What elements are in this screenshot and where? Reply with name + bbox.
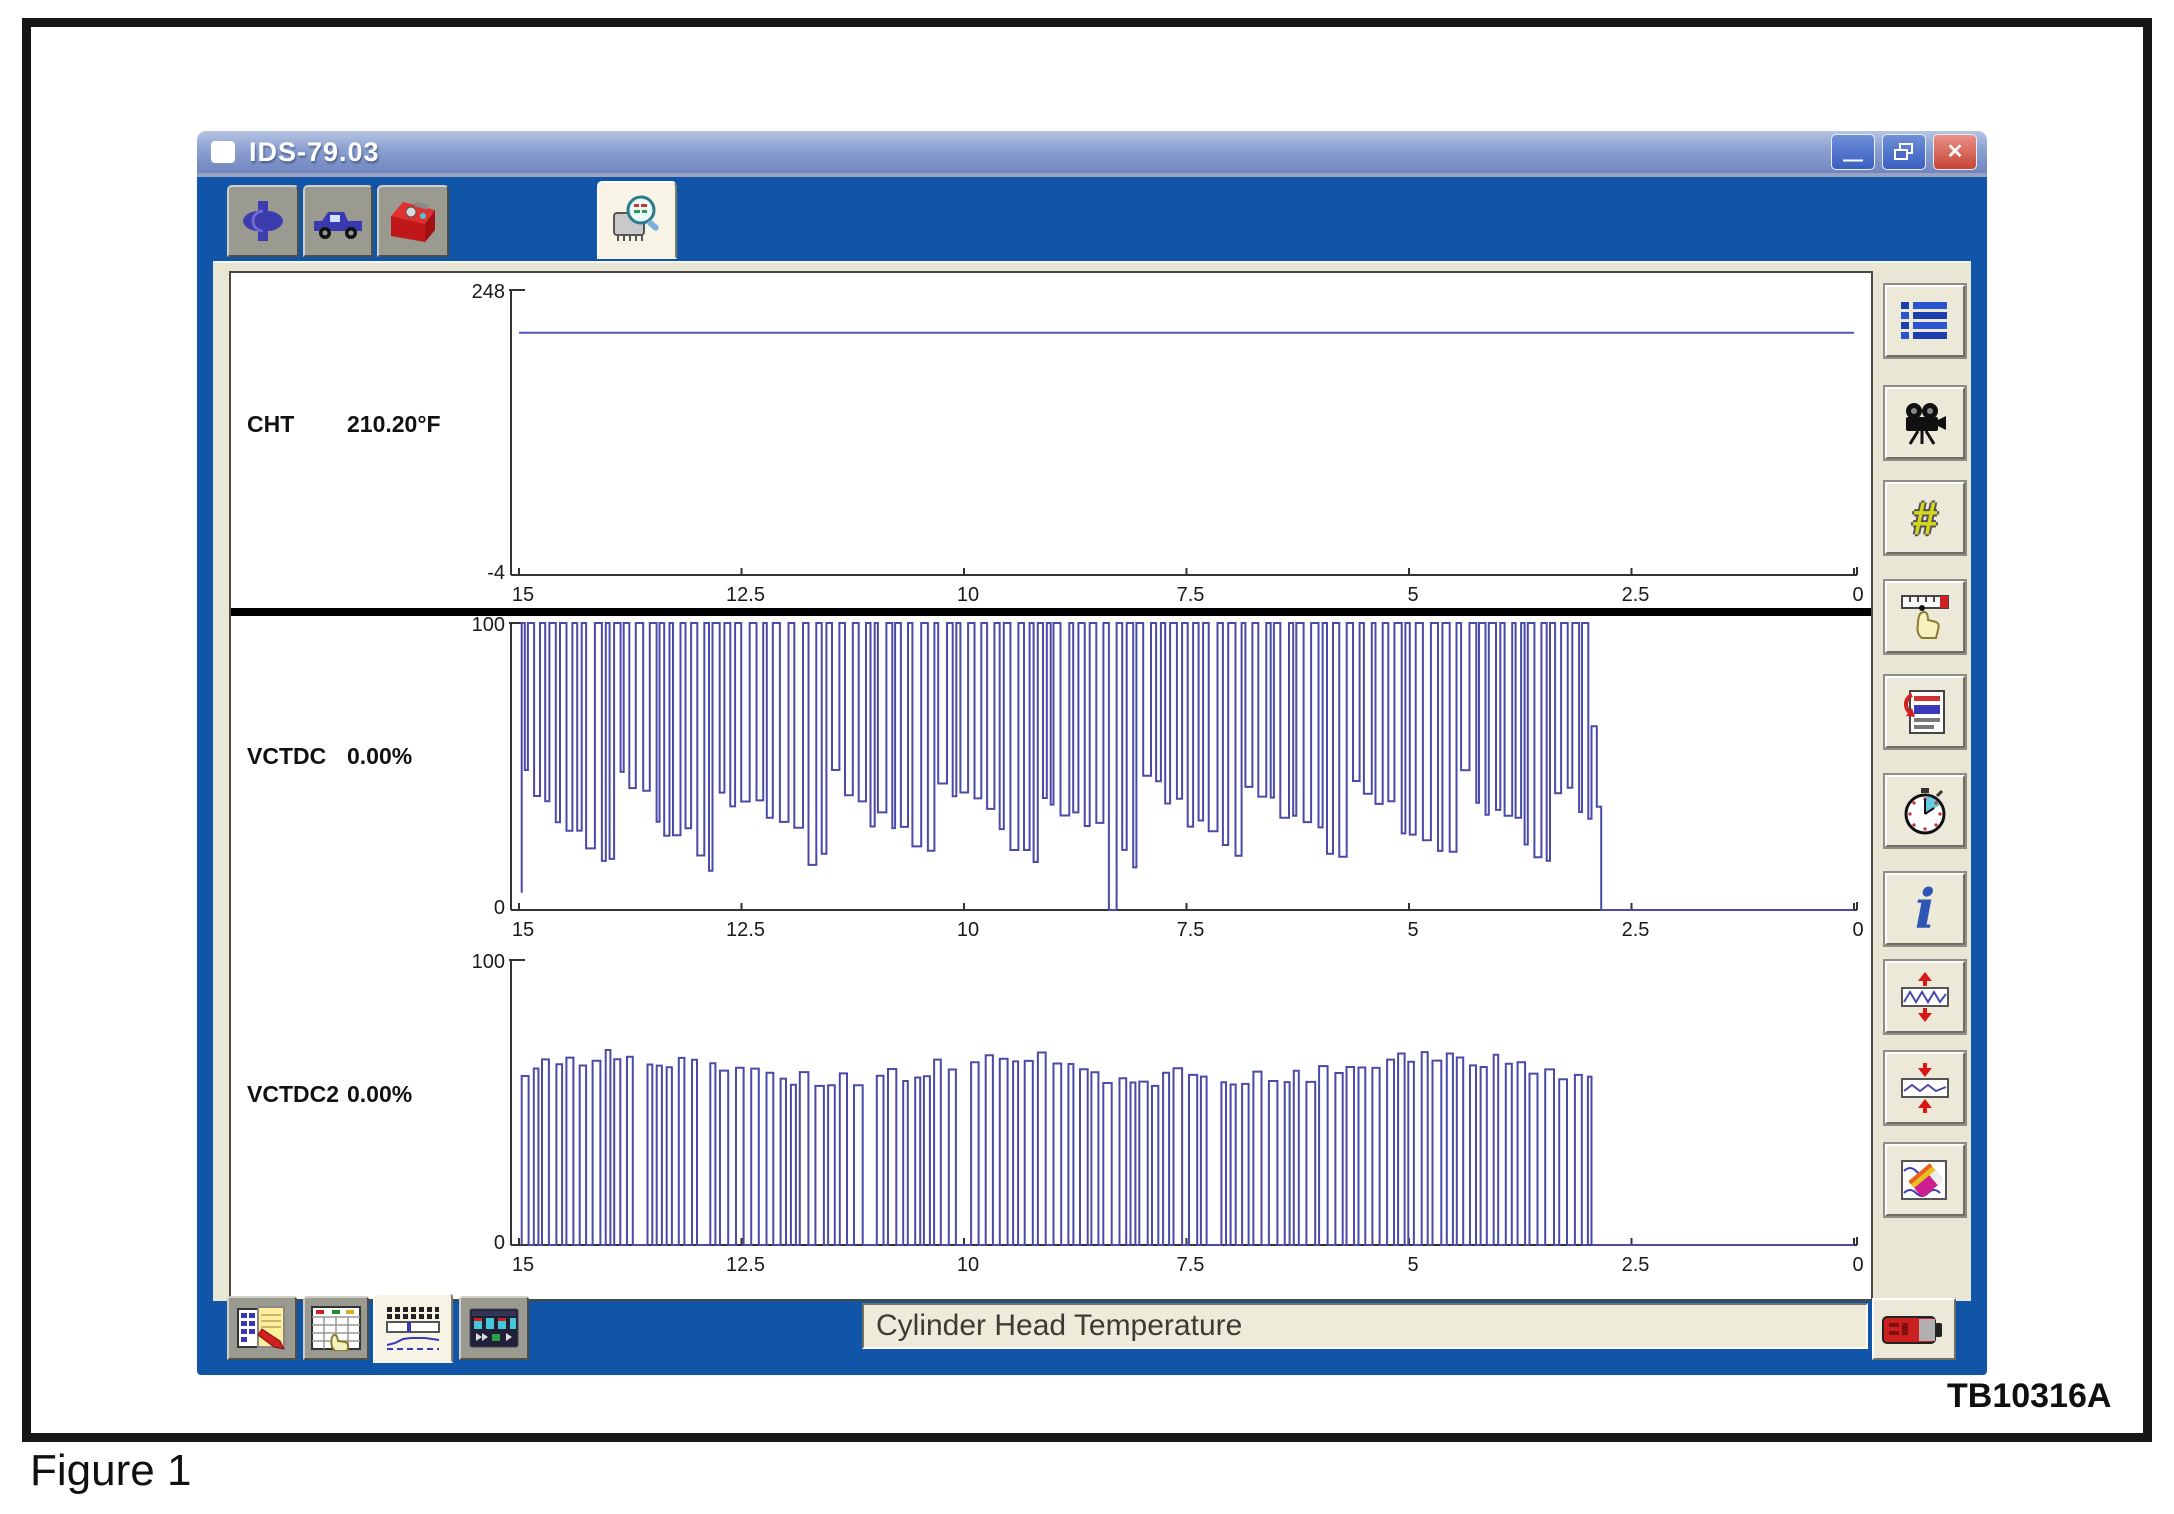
chart-plot-vctdc2: 100 0 15 12.5 10 7.5 5 2.5 0 bbox=[231, 945, 1871, 1295]
x-tick-label: 7.5 bbox=[1177, 919, 1205, 941]
y-tick-label: 248 bbox=[472, 281, 505, 303]
signal-value: 0.00% bbox=[347, 1081, 412, 1108]
x-tick-label: 0 bbox=[1852, 584, 1863, 606]
signal-label: VCTDC20.00% bbox=[247, 1081, 412, 1108]
tab-vehicle[interactable] bbox=[303, 185, 373, 257]
x-tick-label: 5 bbox=[1407, 1254, 1418, 1276]
x-tick-label: 12.5 bbox=[726, 1254, 765, 1276]
x-tick-label: 5 bbox=[1407, 584, 1418, 606]
y-tick-label: 100 bbox=[472, 616, 505, 636]
restore-button[interactable] bbox=[1882, 134, 1926, 170]
x-tick-label: 10 bbox=[957, 919, 979, 941]
figure-frame: IDS-79.03 — ✕ bbox=[22, 18, 2152, 1442]
chart-row-vctdc2: VCTDC20.00% 100 0 15 12.5 10 7.5 5 2.5 0 bbox=[231, 945, 1871, 1295]
playback-controls-icon bbox=[468, 1307, 520, 1349]
chart-divider bbox=[231, 608, 1871, 616]
y-tick-label: -4 bbox=[487, 562, 505, 584]
erase-graph-icon bbox=[1900, 1157, 1950, 1203]
window-title: IDS-79.03 bbox=[249, 137, 380, 168]
x-tick-label: 5 bbox=[1407, 919, 1418, 941]
x-tick-label: 15 bbox=[512, 919, 534, 941]
figure-caption: Figure 1 bbox=[30, 1446, 191, 1496]
x-tick-label: 7.5 bbox=[1177, 584, 1205, 606]
video-camera-icon bbox=[1902, 401, 1948, 445]
x-tick-label: 2.5 bbox=[1622, 1254, 1650, 1276]
digital-values-button[interactable]: # bbox=[1885, 482, 1965, 554]
expand-scale-icon bbox=[1900, 972, 1950, 1022]
x-tick-label: 2.5 bbox=[1622, 919, 1650, 941]
list-icon bbox=[1901, 300, 1949, 342]
window-controls: — ✕ bbox=[1831, 134, 1977, 170]
app-window: IDS-79.03 — ✕ bbox=[197, 131, 1987, 1375]
form-hand-icon bbox=[310, 1305, 362, 1351]
datalogger-magnifier-icon bbox=[608, 193, 666, 247]
signal-value: 0.00% bbox=[347, 743, 412, 770]
y-tick-label: 0 bbox=[494, 897, 505, 919]
tape-hand-icon bbox=[1900, 594, 1950, 640]
chart-plot-cht: 248 -4 15 12.5 10 7.5 5 2.5 0 bbox=[231, 273, 1871, 608]
info-button[interactable]: i bbox=[1885, 873, 1965, 945]
expand-scale-button[interactable] bbox=[1885, 961, 1965, 1033]
x-tick-label: 0 bbox=[1852, 919, 1863, 941]
signal-name: VCTDC2 bbox=[247, 1081, 347, 1108]
stopwatch-icon bbox=[1901, 787, 1949, 835]
status-text-field[interactable]: Cylinder Head Temperature bbox=[862, 1303, 1868, 1349]
close-button[interactable]: ✕ bbox=[1933, 134, 1977, 170]
vehicle-icon bbox=[310, 199, 366, 243]
tab-playback[interactable] bbox=[459, 1296, 529, 1360]
x-tick-label: 10 bbox=[957, 584, 979, 606]
tab-notes[interactable] bbox=[227, 1296, 297, 1360]
timer-button[interactable] bbox=[1885, 775, 1965, 847]
x-tick-label: 10 bbox=[957, 1254, 979, 1276]
x-tick-label: 0 bbox=[1852, 1254, 1863, 1276]
parameter-list-button[interactable] bbox=[1885, 285, 1965, 357]
x-tick-label: 12.5 bbox=[726, 584, 765, 606]
tab-datalogger[interactable] bbox=[597, 181, 677, 259]
compress-scale-icon bbox=[1900, 1063, 1950, 1113]
signal-label: VCTDC0.00% bbox=[247, 743, 412, 770]
compress-scale-button[interactable] bbox=[1885, 1052, 1965, 1124]
signal-label: CHT210.20°F bbox=[247, 411, 441, 438]
tab-data-select[interactable] bbox=[303, 1296, 369, 1360]
record-button[interactable] bbox=[1885, 387, 1965, 459]
x-tick-label: 2.5 bbox=[1622, 584, 1650, 606]
signal-name: CHT bbox=[247, 411, 347, 438]
chart-area: CHT210.20°F248-41512.5107.552.50VCTDC0.0… bbox=[229, 271, 1873, 1301]
minimize-button[interactable]: — bbox=[1831, 134, 1875, 170]
close-icon: ✕ bbox=[1947, 142, 1964, 162]
battery-icon bbox=[1881, 1309, 1947, 1349]
signal-name: VCTDC bbox=[247, 743, 347, 770]
info-icon: i bbox=[1915, 882, 1936, 936]
main-panel: CHT210.20°F248-41512.5107.552.50VCTDC0.0… bbox=[213, 261, 1971, 1301]
y-tick-label: 0 bbox=[494, 1232, 505, 1254]
tab-graph-view[interactable] bbox=[373, 1293, 453, 1363]
tab-connection[interactable] bbox=[227, 185, 299, 257]
chart-row-vctdc: VCTDC0.00% 100 0 15 12.5 10 7.5 5 2.5 0 bbox=[231, 616, 1871, 945]
toolbox-icon bbox=[385, 196, 441, 246]
chart-plot-vctdc: 100 0 15 12.5 10 7.5 5 2.5 0 bbox=[231, 616, 1871, 945]
x-tick-label: 15 bbox=[512, 1254, 534, 1276]
app-icon bbox=[211, 141, 235, 163]
notepad-pencil-icon bbox=[236, 1305, 288, 1351]
reference-code: TB10316A bbox=[1947, 1377, 2111, 1416]
tab-toolbox[interactable] bbox=[377, 185, 449, 257]
x-tick-label: 15 bbox=[512, 584, 534, 606]
title-bar: IDS-79.03 — ✕ bbox=[197, 131, 1987, 177]
x-tick-label: 12.5 bbox=[726, 919, 765, 941]
status-text: Cylinder Head Temperature bbox=[876, 1309, 1242, 1343]
select-parameters-button[interactable] bbox=[1885, 676, 1965, 748]
hash-icon: # bbox=[1912, 491, 1938, 545]
battery-indicator[interactable] bbox=[1872, 1298, 1956, 1360]
minimize-icon: — bbox=[1843, 150, 1863, 170]
measure-button[interactable] bbox=[1885, 581, 1965, 653]
graph-view-icon bbox=[385, 1305, 441, 1351]
chart-row-cht: CHT210.20°F 248 -4 15 12.5 10 7.5 5 2.5 0 bbox=[231, 273, 1871, 608]
connector-icon bbox=[236, 197, 290, 245]
x-tick-label: 7.5 bbox=[1177, 1254, 1205, 1276]
y-tick-label: 100 bbox=[472, 951, 505, 973]
clear-graph-button[interactable] bbox=[1885, 1144, 1965, 1216]
select-lines-icon bbox=[1902, 689, 1948, 735]
restore-icon bbox=[1894, 143, 1914, 161]
signal-value: 210.20°F bbox=[347, 411, 441, 438]
